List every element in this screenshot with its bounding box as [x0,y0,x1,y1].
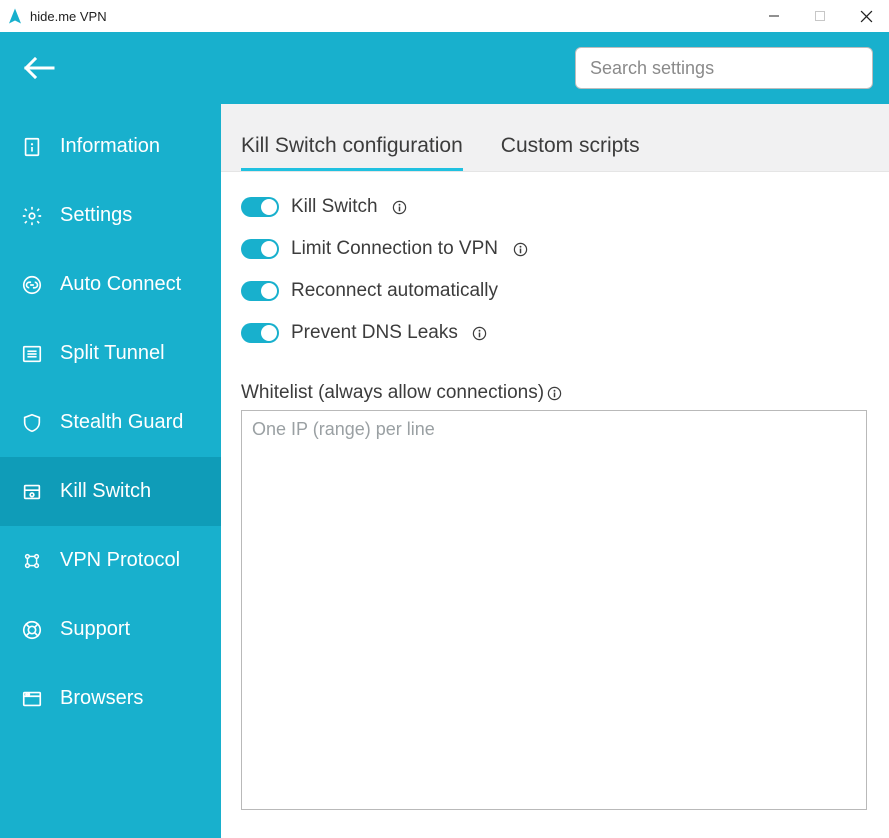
tab-custom-scripts[interactable]: Custom scripts [501,134,640,171]
toggle-reconnect-auto[interactable] [241,281,279,301]
sidebar: Information Settings Auto Connect Split Tun… [0,104,221,838]
whitelist-textarea[interactable] [241,410,867,810]
toggle-label: Limit Connection to VPN [291,238,498,260]
sidebar-item-label: Settings [60,204,132,227]
toggle-row-limit-connection: Limit Connection to VPN [241,238,869,260]
sidebar-item-vpn-protocol[interactable]: VPN Protocol [0,526,221,595]
toggle-limit-connection[interactable] [241,239,279,259]
sidebar-item-auto-connect[interactable]: Auto Connect [0,250,221,319]
toggle-label: Kill Switch [291,196,378,218]
sidebar-item-label: Browsers [60,687,143,710]
info-icon[interactable] [472,325,488,341]
info-icon[interactable] [392,199,408,215]
link-icon [20,273,44,297]
sidebar-item-label: Information [60,135,160,158]
back-button[interactable] [18,47,60,89]
sidebar-item-label: Split Tunnel [60,342,165,365]
list-icon [20,342,44,366]
sidebar-item-kill-switch[interactable]: Kill Switch [0,457,221,526]
sidebar-item-label: Auto Connect [60,273,181,296]
toggle-label: Reconnect automatically [291,280,498,302]
tab-bar: Kill Switch configuration Custom scripts [221,104,889,172]
toggle-row-reconnect-auto: Reconnect automatically [241,280,869,302]
content-area: Kill Switch Limit Connection to VPN Reconn… [221,172,889,838]
sidebar-item-information[interactable]: Information [0,112,221,181]
sidebar-item-support[interactable]: Support [0,595,221,664]
maximize-button[interactable] [797,0,843,32]
toggle-kill-switch[interactable] [241,197,279,217]
sidebar-item-label: Support [60,618,130,641]
switch-icon [20,480,44,504]
search-input[interactable] [575,47,873,89]
sidebar-item-label: Stealth Guard [60,411,183,434]
close-button[interactable] [843,0,889,32]
protocol-icon [20,549,44,573]
lifebuoy-icon [20,618,44,642]
toggle-row-kill-switch: Kill Switch [241,196,869,218]
app-logo-icon [6,7,24,25]
sidebar-item-settings[interactable]: Settings [0,181,221,250]
whitelist-label: Whitelist (always allow connections) [241,382,869,404]
info-file-icon [20,135,44,159]
toggle-label: Prevent DNS Leaks [291,322,458,344]
minimize-button[interactable] [751,0,797,32]
gear-icon [20,204,44,228]
info-icon[interactable] [512,241,528,257]
toggle-prevent-dns-leaks[interactable] [241,323,279,343]
info-icon[interactable] [546,385,562,401]
shield-icon [20,411,44,435]
sidebar-item-stealth-guard[interactable]: Stealth Guard [0,388,221,457]
toggle-row-prevent-dns-leaks: Prevent DNS Leaks [241,322,869,344]
title-bar: hide.me VPN [0,0,889,32]
window-title: hide.me VPN [30,9,107,24]
sidebar-item-label: VPN Protocol [60,549,180,572]
sidebar-item-split-tunnel[interactable]: Split Tunnel [0,319,221,388]
sidebar-item-browsers[interactable]: Browsers [0,664,221,733]
browser-icon [20,687,44,711]
sidebar-item-label: Kill Switch [60,480,151,503]
tab-kill-switch-config[interactable]: Kill Switch configuration [241,134,463,171]
whitelist-label-text: Whitelist (always allow connections) [241,382,544,404]
main-panel: Kill Switch configurationCustom scripts … [221,104,889,838]
header-bar [0,32,889,104]
